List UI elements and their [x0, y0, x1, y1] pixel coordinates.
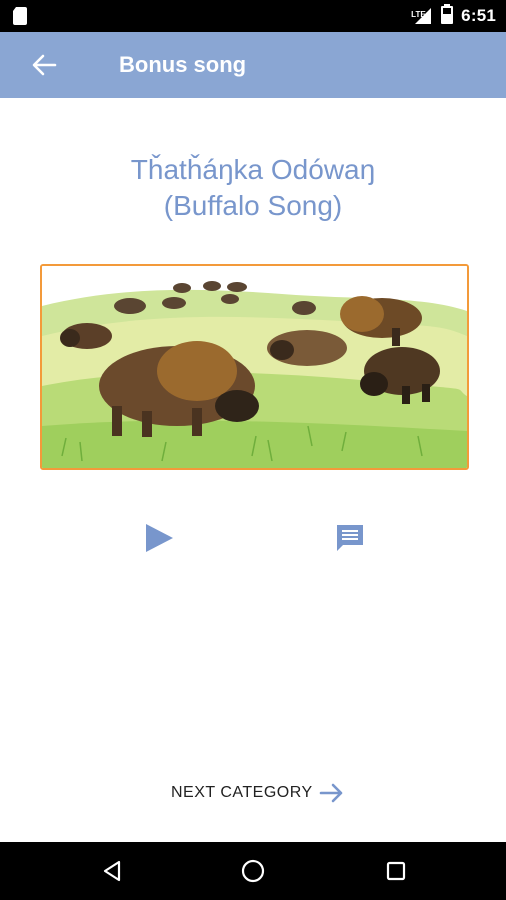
next-category-button[interactable]: NEXT CATEGORY	[171, 776, 345, 810]
system-nav-bar	[0, 842, 506, 900]
song-title: Tȟatȟáŋka Odówaŋ (Buffalo Song)	[0, 152, 506, 224]
home-circle-icon	[241, 859, 265, 883]
page-title: Bonus song	[119, 52, 247, 77]
status-bar: LTE 6:51	[0, 0, 506, 32]
arrow-left-icon	[32, 54, 57, 76]
battery-icon	[441, 3, 454, 29]
recents-square-icon	[386, 861, 406, 881]
back-button[interactable]	[22, 43, 66, 87]
clock: 6:51	[461, 6, 496, 25]
back-triangle-icon	[103, 860, 121, 882]
sd-card-icon	[12, 6, 28, 31]
play-button[interactable]	[136, 516, 180, 560]
signal-icon: LTE	[411, 6, 433, 26]
next-category-label: NEXT CATEGORY	[171, 784, 313, 801]
lyrics-icon	[337, 525, 363, 551]
song-title-native: Tȟatȟáŋka Odówaŋ	[130, 154, 376, 185]
nav-back-button[interactable]	[90, 851, 134, 891]
nav-home-button[interactable]	[231, 851, 275, 891]
buffalo-grazing-illustration	[42, 266, 467, 468]
lyrics-button[interactable]	[328, 516, 372, 560]
nav-recents-button[interactable]	[374, 851, 418, 891]
song-illustration	[40, 264, 469, 470]
app-bar: Bonus song	[0, 32, 506, 98]
song-title-english: (Buffalo Song)	[163, 190, 343, 221]
play-icon	[146, 524, 173, 552]
arrow-right-icon	[319, 783, 342, 803]
